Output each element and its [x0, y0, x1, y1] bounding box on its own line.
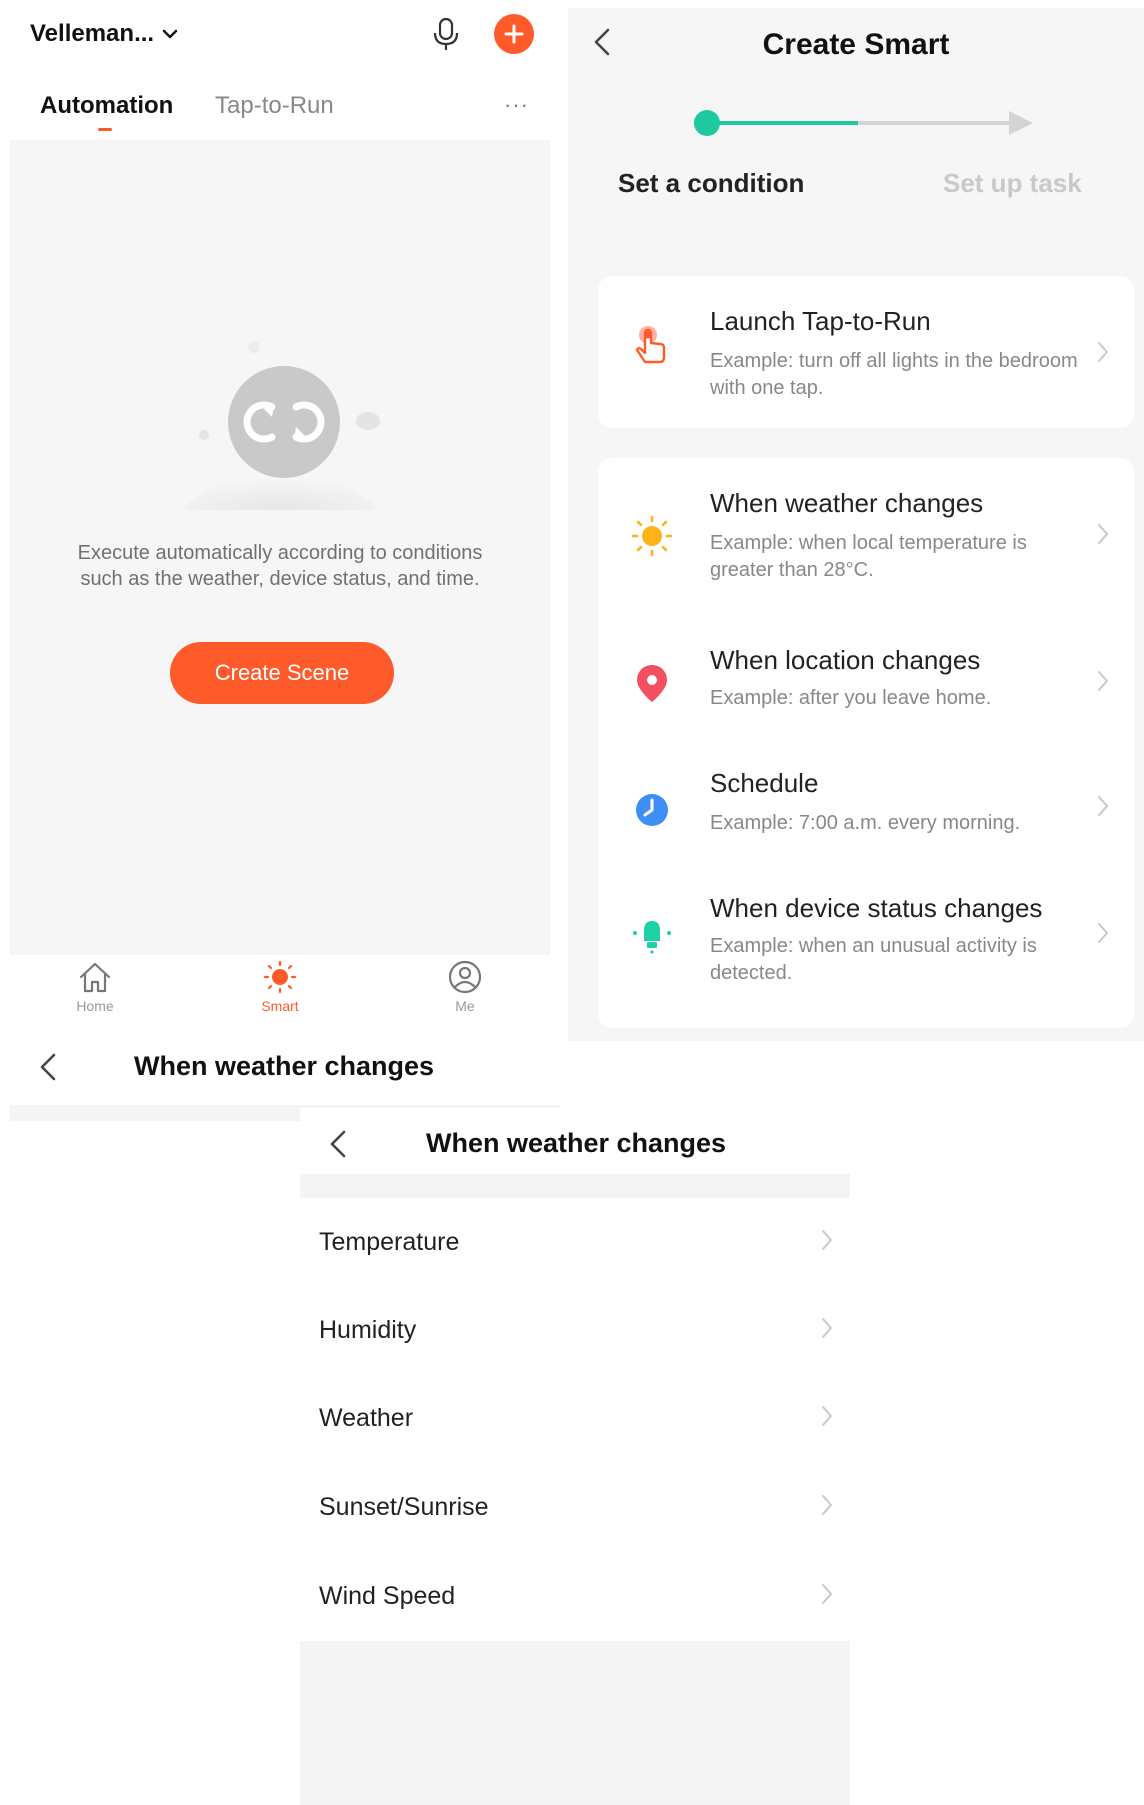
- automation-empty-state: Execute automatically according to condi…: [10, 140, 550, 955]
- condition-location-subtitle: Example: after you leave home.: [710, 687, 992, 709]
- nav-me[interactable]: Me: [420, 960, 510, 1014]
- page-title: When weather changes: [134, 1051, 435, 1081]
- list-item-label: Sunset/Sunrise: [319, 1493, 489, 1521]
- chevron-right-icon: [822, 1230, 832, 1250]
- nav-home-label: Home: [76, 998, 114, 1014]
- condition-schedule-subtitle: Example: 7:00 a.m. every morning.: [710, 812, 1021, 834]
- tab-automation[interactable]: Automation: [40, 92, 173, 120]
- conditions-card: When weather changes Example: when local…: [598, 458, 1134, 1028]
- create-smart-screen: Create Smart Set a condition Set up task…: [568, 8, 1144, 1041]
- tab-tap-to-run[interactable]: Tap-to-Run: [215, 92, 334, 120]
- microphone-icon[interactable]: [430, 16, 462, 52]
- chevron-right-icon: [1098, 671, 1108, 691]
- add-button[interactable]: [494, 14, 534, 54]
- list-item-label: Wind Speed: [319, 1582, 456, 1610]
- tab-active-indicator: [98, 128, 112, 131]
- list-item-temperature[interactable]: Temperature: [300, 1198, 850, 1286]
- list-item-sunset-sunrise[interactable]: Sunset/Sunrise: [300, 1463, 850, 1551]
- chevron-down-icon: [162, 29, 178, 39]
- condition-device-row[interactable]: When device status changes Example: when…: [598, 873, 1134, 1028]
- list-item-label: Humidity: [319, 1316, 417, 1344]
- nav-smart[interactable]: Smart: [235, 960, 325, 1014]
- back-arrow-icon[interactable]: [328, 1128, 348, 1160]
- list-item-humidity[interactable]: Humidity: [300, 1286, 850, 1374]
- launch-tap-to-run-row[interactable]: Launch Tap-to-Run Example: turn off all …: [598, 276, 1134, 428]
- chevron-right-icon: [822, 1495, 832, 1515]
- clock-icon: [636, 794, 668, 826]
- create-scene-button[interactable]: Create Scene: [170, 642, 394, 704]
- step-progress: [694, 110, 1033, 136]
- chevron-right-icon: [1098, 342, 1108, 362]
- list-item-weather[interactable]: Weather: [300, 1374, 850, 1462]
- condition-location-title: When location changes: [710, 645, 981, 675]
- list-item-wind-speed[interactable]: Wind Speed: [300, 1552, 850, 1640]
- sun-icon: [631, 515, 673, 557]
- condition-device-title: When device status changes: [710, 893, 1043, 923]
- step-set-up-task: Set up task: [943, 168, 1082, 198]
- chevron-right-icon: [1098, 524, 1108, 544]
- launch-tap-to-run-subtitle: Example: turn off all lights in the bedr…: [710, 350, 1078, 399]
- chevron-right-icon: [822, 1584, 832, 1604]
- weather-conditions-screen: When weather changes Temperature Humidit…: [300, 1108, 850, 1805]
- condition-schedule-title: Schedule: [710, 768, 819, 798]
- smart-header: Velleman... Automation Tap-to-Run ···: [10, 0, 550, 140]
- tap-hand-icon: [635, 326, 666, 364]
- chevron-right-icon: [1098, 796, 1108, 816]
- smart-screen: Velleman... Automation Tap-to-Run ··· Ex…: [10, 0, 550, 1033]
- chevron-right-icon: [822, 1406, 832, 1426]
- nav-home[interactable]: Home: [50, 960, 140, 1014]
- device-icon: [633, 921, 671, 954]
- list-item-label: Weather: [319, 1404, 414, 1432]
- bottom-nav: Home Smart Me: [10, 955, 550, 1033]
- plus-icon: [504, 24, 524, 44]
- condition-schedule-row[interactable]: Schedule Example: 7:00 a.m. every mornin…: [598, 748, 1134, 873]
- condition-weather-subtitle: Example: when local temperature is great…: [710, 532, 1027, 581]
- home-icon: [79, 962, 111, 993]
- chevron-right-icon: [1098, 923, 1108, 943]
- chevron-right-icon: [822, 1318, 832, 1338]
- condition-weather-row[interactable]: When weather changes Example: when local…: [598, 458, 1134, 623]
- launch-tap-to-run-card[interactable]: Launch Tap-to-Run Example: turn off all …: [598, 276, 1134, 428]
- page-title: Create Smart: [762, 28, 950, 61]
- automation-illustration-icon: [180, 341, 380, 510]
- nav-me-label: Me: [455, 998, 475, 1014]
- header-divider: [300, 1174, 850, 1198]
- empty-description: Execute automatically according to condi…: [77, 542, 483, 590]
- home-name: Velleman...: [30, 20, 155, 47]
- back-arrow-icon[interactable]: [38, 1051, 58, 1083]
- home-selector[interactable]: Velleman...: [30, 20, 178, 48]
- user-icon: [448, 960, 482, 994]
- condition-weather-title: When weather changes: [710, 488, 984, 518]
- condition-location-row[interactable]: When location changes Example: after you…: [598, 623, 1134, 748]
- empty-area: [300, 1641, 850, 1805]
- page-title: When weather changes: [426, 1128, 727, 1158]
- step-set-condition: Set a condition: [618, 168, 805, 198]
- sun-icon: [263, 960, 297, 994]
- condition-device-subtitle: Example: when an unusual activity is det…: [710, 935, 1037, 984]
- launch-tap-to-run-title: Launch Tap-to-Run: [710, 306, 931, 336]
- nav-smart-label: Smart: [261, 998, 299, 1014]
- location-pin-icon: [637, 665, 667, 702]
- list-item-label: Temperature: [319, 1228, 460, 1256]
- more-button[interactable]: ···: [504, 92, 529, 118]
